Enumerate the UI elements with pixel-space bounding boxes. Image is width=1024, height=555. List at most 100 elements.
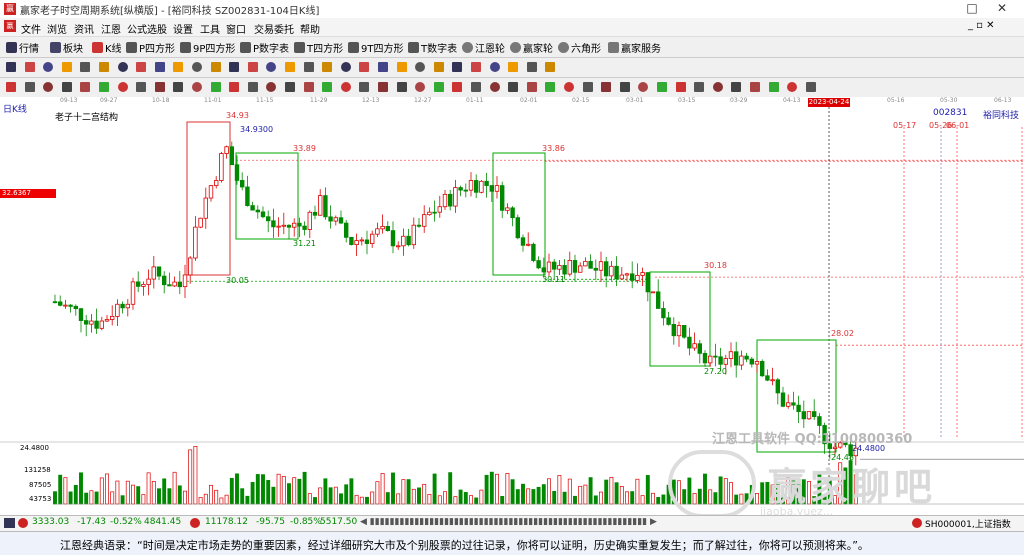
tool-icon[interactable] <box>266 82 277 92</box>
tool-icon[interactable] <box>173 62 184 72</box>
sz-index[interactable]: 11178.12 <box>205 517 248 527</box>
tool-icon[interactable] <box>285 82 295 92</box>
tool-icon[interactable] <box>340 62 351 72</box>
tool-icon[interactable] <box>805 82 816 92</box>
tool-icon[interactable] <box>582 82 593 92</box>
tool-icon[interactable] <box>545 62 556 72</box>
menu-trade[interactable]: 交易委托 <box>254 21 294 36</box>
tool-icon[interactable] <box>489 82 500 92</box>
close-button[interactable]: ✕ <box>988 0 1016 16</box>
tool-icon[interactable] <box>322 62 333 72</box>
tool-icon[interactable] <box>526 62 537 72</box>
index-label[interactable]: SH000001,上证指数 <box>925 517 1011 530</box>
tool-icon[interactable] <box>694 82 705 92</box>
tool-icon[interactable] <box>731 82 742 92</box>
tool-icon[interactable] <box>433 62 444 72</box>
tool-icon[interactable] <box>285 62 295 72</box>
tool-icon[interactable] <box>564 82 574 92</box>
tool-icon[interactable] <box>117 82 128 92</box>
tool-icon[interactable] <box>489 62 500 72</box>
tool-icon[interactable] <box>768 82 779 92</box>
tool-icon[interactable] <box>415 62 426 72</box>
tool-icon[interactable] <box>192 62 202 72</box>
quote-button[interactable]: 行情 <box>6 40 39 55</box>
tool-icon[interactable] <box>117 62 128 72</box>
kline-button[interactable]: K线 <box>92 40 122 55</box>
menu-info[interactable]: 资讯 <box>74 21 94 36</box>
tool-icon[interactable] <box>452 62 463 72</box>
tool-icon[interactable] <box>545 82 556 92</box>
scrollbar-track[interactable]: ◀ ▮▮▮▮▮▮▮▮▮▮▮▮▮▮▮▮▮▮▮▮▮▮▮▮▮▮▮▮▮▮▮▮▮▮▮▮▮▮… <box>360 517 657 527</box>
kline-chart[interactable]: 34.93 34.9300 33.89 31.21 30.05 33.86 30.11 30.… <box>0 107 1024 515</box>
tool-icon[interactable] <box>99 82 109 92</box>
tool-icon[interactable] <box>508 82 519 92</box>
gann-wheel-button[interactable]: 江恩轮 <box>462 40 505 55</box>
tool-icon[interactable] <box>210 62 221 72</box>
winner-wheel-button[interactable]: 赢家轮 <box>510 40 553 55</box>
tool-icon[interactable] <box>619 82 630 92</box>
tool-icon[interactable] <box>154 62 165 72</box>
tool-icon[interactable] <box>173 82 184 92</box>
tool-icon[interactable] <box>359 62 370 72</box>
tool-icon[interactable] <box>247 82 258 92</box>
9p-square-button[interactable]: 9P四方形 <box>180 40 235 55</box>
tool-icon[interactable] <box>229 82 240 92</box>
tool-icon[interactable] <box>712 82 723 92</box>
tool-icon[interactable] <box>154 82 165 92</box>
tool-icon[interactable] <box>396 62 407 72</box>
tool-icon[interactable] <box>192 82 202 92</box>
tool-icon[interactable] <box>750 82 760 92</box>
tool-icon[interactable] <box>99 62 109 72</box>
tool-icon[interactable] <box>638 82 649 92</box>
tool-icon[interactable] <box>6 62 16 72</box>
tool-icon[interactable] <box>80 62 91 72</box>
tool-icon[interactable] <box>6 82 16 92</box>
tool-icon[interactable] <box>43 82 54 92</box>
tool-icon[interactable] <box>136 62 147 72</box>
tool-icon[interactable] <box>396 82 407 92</box>
sh-index[interactable]: 3333.03 <box>32 517 69 527</box>
menu-file[interactable]: 文件 <box>21 21 41 36</box>
tool-icon[interactable] <box>526 82 537 92</box>
t-table-button[interactable]: T数字表 <box>408 40 457 55</box>
tool-icon[interactable] <box>675 82 686 92</box>
tool-icon[interactable] <box>601 82 612 92</box>
9t-square-button[interactable]: 9T四方形 <box>348 40 403 55</box>
tool-icon[interactable] <box>61 62 72 72</box>
tool-icon[interactable] <box>229 62 240 72</box>
menu-window[interactable]: 窗口 <box>226 21 246 36</box>
tool-icon[interactable] <box>136 82 147 92</box>
menu-help[interactable]: 帮助 <box>300 21 320 36</box>
tool-icon[interactable] <box>43 62 54 72</box>
tool-icon[interactable] <box>80 82 91 92</box>
tool-icon[interactable] <box>322 82 333 92</box>
menu-settings[interactable]: 设置 <box>173 21 193 36</box>
tool-icon[interactable] <box>359 82 370 92</box>
tool-icon[interactable] <box>303 82 314 92</box>
sector-button[interactable]: 板块 <box>50 40 83 55</box>
tool-icon[interactable] <box>471 62 481 72</box>
tool-icon[interactable] <box>378 82 388 92</box>
service-button[interactable]: 赢家服务 <box>608 40 661 55</box>
tool-icon[interactable] <box>340 82 351 92</box>
tool-icon[interactable] <box>415 82 426 92</box>
tool-icon[interactable] <box>24 82 35 92</box>
hexagon-button[interactable]: 六角形 <box>558 40 601 55</box>
p-square-button[interactable]: P四方形 <box>126 40 175 55</box>
t-square-button[interactable]: T四方形 <box>294 40 343 55</box>
p-table-button[interactable]: P数字表 <box>240 40 289 55</box>
tool-icon[interactable] <box>61 82 72 92</box>
tool-icon[interactable] <box>247 62 258 72</box>
tool-icon[interactable] <box>471 82 481 92</box>
tool-icon[interactable] <box>508 62 519 72</box>
tool-icon[interactable] <box>787 82 798 92</box>
tool-icon[interactable] <box>266 62 277 72</box>
tool-icon[interactable] <box>24 62 35 72</box>
minimize-button[interactable]: □ <box>958 0 986 16</box>
tool-icon[interactable] <box>210 82 221 92</box>
menu-browse[interactable]: 浏览 <box>47 21 67 36</box>
menu-formula[interactable]: 公式选股 <box>127 21 167 36</box>
tool-icon[interactable] <box>657 82 667 92</box>
menu-gann[interactable]: 江恩 <box>101 21 121 36</box>
tool-icon[interactable] <box>433 82 444 92</box>
